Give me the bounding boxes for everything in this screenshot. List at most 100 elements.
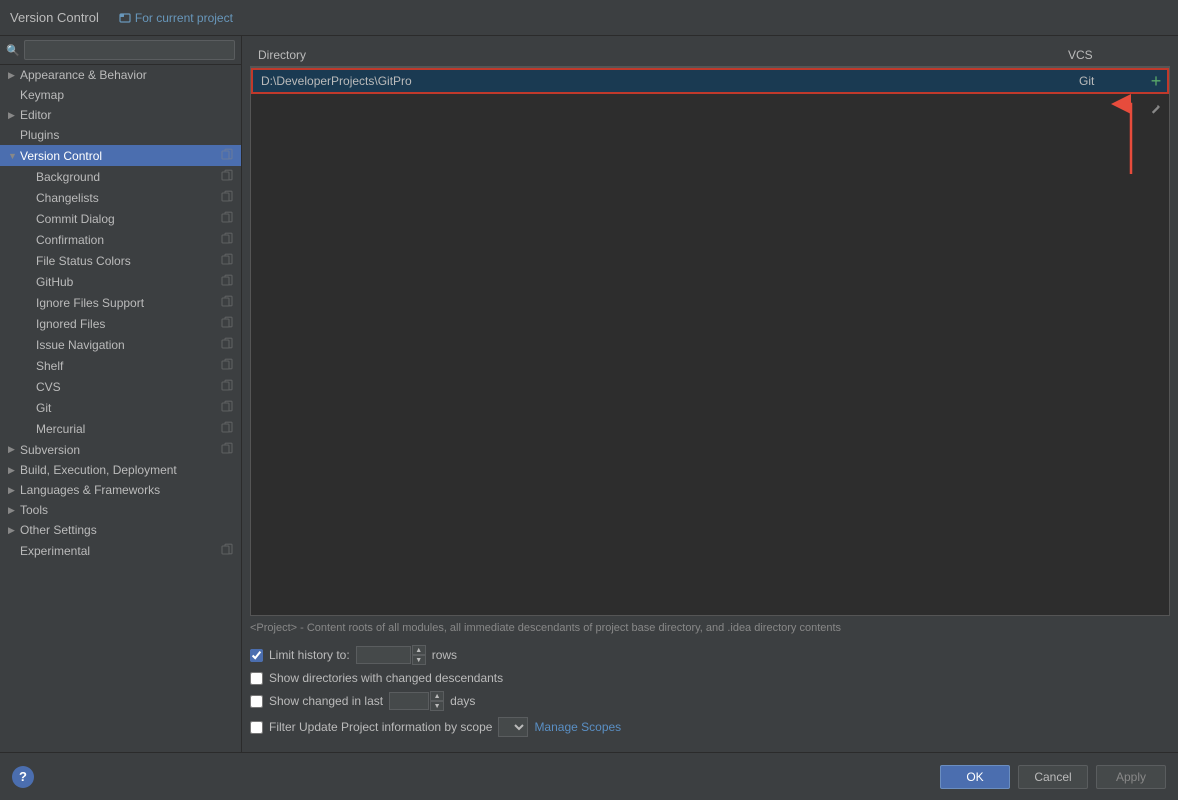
sidebar-item-ignore-files-support[interactable]: Ignore Files Support — [0, 292, 241, 313]
limit-history-up[interactable]: ▲ — [412, 645, 426, 655]
help-button[interactable]: ? — [12, 766, 34, 788]
sidebar-item-mercurial[interactable]: Mercurial — [0, 418, 241, 439]
limit-history-spinner-buttons: ▲ ▼ — [412, 645, 426, 665]
copy-icon — [221, 337, 233, 352]
sidebar-item-editor[interactable]: ▶Editor — [0, 105, 241, 125]
sidebar-item-label: Plugins — [20, 128, 233, 142]
sidebar-item-label: Changelists — [36, 191, 221, 205]
sidebar-item-label: Appearance & Behavior — [20, 68, 233, 82]
sidebar-item-cvs[interactable]: CVS — [0, 376, 241, 397]
arrow-icon: ▶ — [8, 465, 20, 476]
apply-button[interactable]: Apply — [1096, 765, 1166, 789]
vc-table: D:\DeveloperProjects\GitPro Git + — [250, 67, 1170, 616]
sidebar: 🔍 ▶Appearance & BehaviorKeymap▶EditorPlu… — [0, 36, 242, 752]
copy-icon — [221, 421, 233, 436]
show-directories-row: Show directories with changed descendant… — [250, 668, 1170, 688]
sidebar-item-label: Issue Navigation — [36, 338, 221, 352]
sidebar-item-git[interactable]: Git — [0, 397, 241, 418]
arrow-icon: ▶ — [8, 525, 20, 536]
copy-icon — [221, 274, 233, 289]
col-directory-header: Directory — [250, 46, 1060, 64]
sidebar-item-keymap[interactable]: Keymap — [0, 85, 241, 105]
sidebar-item-label: GitHub — [36, 275, 221, 289]
arrow-icon: ▶ — [8, 485, 20, 496]
sidebar-item-label: CVS — [36, 380, 221, 394]
sidebar-item-issue-navigation[interactable]: Issue Navigation — [0, 334, 241, 355]
show-changed-spinner: 31 ▲ ▼ — [389, 691, 444, 711]
footer-right: OK Cancel Apply — [940, 765, 1166, 789]
sidebar-item-shelf[interactable]: Shelf — [0, 355, 241, 376]
edit-vcs-root-button[interactable] — [1145, 98, 1167, 120]
show-changed-spinner-buttons: ▲ ▼ — [430, 691, 444, 711]
add-vcs-root-button[interactable]: + — [1145, 70, 1167, 92]
sidebar-item-label: Background — [36, 170, 221, 184]
col-vcs-header: VCS — [1060, 46, 1140, 64]
sidebar-item-label: Build, Execution, Deployment — [20, 463, 233, 477]
sidebar-item-tools[interactable]: ▶Tools — [0, 500, 241, 520]
sidebar-item-label: Editor — [20, 108, 233, 122]
sidebar-item-plugins[interactable]: Plugins — [0, 125, 241, 145]
sidebar-items-container: ▶Appearance & BehaviorKeymap▶EditorPlugi… — [0, 65, 241, 561]
scope-dropdown[interactable] — [498, 717, 528, 737]
project-icon — [119, 12, 131, 24]
sidebar-item-commit-dialog[interactable]: Commit Dialog — [0, 208, 241, 229]
show-changed-suffix: days — [450, 694, 475, 708]
sidebar-item-experimental[interactable]: Experimental — [0, 540, 241, 561]
limit-history-down[interactable]: ▼ — [412, 655, 426, 665]
sidebar-item-changelists[interactable]: Changelists — [0, 187, 241, 208]
footer-left: ? — [12, 766, 34, 788]
sidebar-item-label: Tools — [20, 503, 233, 517]
sidebar-item-languages-frameworks[interactable]: ▶Languages & Frameworks — [0, 480, 241, 500]
arrow-icon: ▶ — [8, 444, 20, 455]
arrow-icon: ▶ — [8, 70, 20, 81]
arrow-icon: ▶ — [8, 505, 20, 516]
ok-button[interactable]: OK — [940, 765, 1010, 789]
sidebar-item-label: Subversion — [20, 443, 221, 457]
sidebar-item-version-control[interactable]: ▼Version Control — [0, 145, 241, 166]
sidebar-item-label: Version Control — [20, 149, 221, 163]
sidebar-item-appearance-behavior[interactable]: ▶Appearance & Behavior — [0, 65, 241, 85]
table-row[interactable]: D:\DeveloperProjects\GitPro Git — [251, 68, 1169, 94]
copy-icon — [221, 211, 233, 226]
settings-dialog: Version Control For current project 🔍 ▶A… — [0, 0, 1178, 800]
footer-info-text: <Project> - Content roots of all modules… — [250, 622, 841, 634]
copy-icon — [221, 400, 233, 415]
arrow-icon: ▶ — [8, 110, 20, 121]
options-section: Limit history to: 1,000 ▲ ▼ rows — [250, 638, 1170, 744]
limit-history-input[interactable]: 1,000 — [356, 646, 411, 664]
show-changed-checkbox[interactable] — [250, 695, 263, 708]
sidebar-item-github[interactable]: GitHub — [0, 271, 241, 292]
cancel-button[interactable]: Cancel — [1018, 765, 1088, 789]
sidebar-item-label: Experimental — [20, 544, 221, 558]
sidebar-item-background[interactable]: Background — [0, 166, 241, 187]
show-changed-input[interactable]: 31 — [389, 692, 429, 710]
search-input[interactable] — [24, 40, 235, 60]
show-directories-label: Show directories with changed descendant… — [269, 671, 503, 685]
sidebar-item-label: Mercurial — [36, 422, 221, 436]
dialog-footer: ? OK Cancel Apply — [0, 752, 1178, 800]
copy-icon — [221, 358, 233, 373]
sidebar-item-label: File Status Colors — [36, 254, 221, 268]
sidebar-item-build-execution-deployment[interactable]: ▶Build, Execution, Deployment — [0, 460, 241, 480]
sidebar-item-label: Shelf — [36, 359, 221, 373]
sidebar-item-file-status-colors[interactable]: File Status Colors — [0, 250, 241, 271]
sidebar-item-label: Ignore Files Support — [36, 296, 221, 310]
sidebar-item-other-settings[interactable]: ▶Other Settings — [0, 520, 241, 540]
limit-history-checkbox[interactable] — [250, 649, 263, 662]
show-changed-down[interactable]: ▼ — [430, 701, 444, 711]
copy-icon — [221, 232, 233, 247]
sidebar-item-confirmation[interactable]: Confirmation — [0, 229, 241, 250]
sidebar-item-label: Confirmation — [36, 233, 221, 247]
sidebar-item-subversion[interactable]: ▶Subversion — [0, 439, 241, 460]
show-changed-up[interactable]: ▲ — [430, 691, 444, 701]
filter-update-checkbox[interactable] — [250, 721, 263, 734]
sidebar-item-label: Languages & Frameworks — [20, 483, 233, 497]
main-content: Directory VCS D:\DeveloperProjects\GitPr… — [242, 36, 1178, 752]
search-box[interactable]: 🔍 — [0, 36, 241, 65]
manage-scopes-button[interactable]: Manage Scopes — [534, 720, 621, 734]
sidebar-item-label: Keymap — [20, 88, 233, 102]
show-directories-checkbox[interactable] — [250, 672, 263, 685]
sidebar-item-ignored-files[interactable]: Ignored Files — [0, 313, 241, 334]
copy-icon — [221, 442, 233, 457]
copy-icon — [221, 253, 233, 268]
